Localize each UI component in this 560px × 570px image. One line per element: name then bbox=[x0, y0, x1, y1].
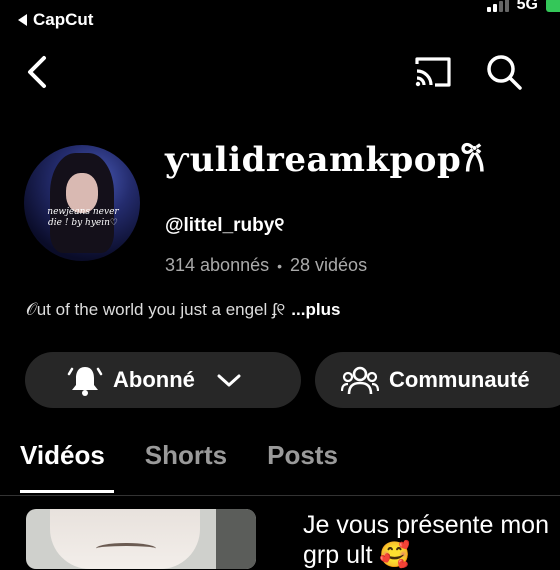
subscribed-label: Abonné bbox=[113, 367, 195, 392]
subscriber-count: 314 abonnés bbox=[165, 255, 270, 275]
network-type: 5G bbox=[516, 0, 538, 13]
video-count: 28 vidéos bbox=[290, 255, 368, 275]
channel-bio[interactable]: 𝒪ut of the world you just a engel ʄ୧ ...p… bbox=[26, 300, 340, 320]
channel-avatar[interactable]: newjeans never die ! by hyein♡ bbox=[24, 145, 140, 261]
community-icon bbox=[341, 366, 379, 395]
chevron-down-icon bbox=[217, 374, 241, 387]
tabs-divider bbox=[0, 495, 560, 496]
channel-handle: @littel_ruby୧ bbox=[165, 215, 285, 236]
back-app-label: CapCut bbox=[33, 10, 94, 29]
bio-more-link[interactable]: ...plus bbox=[291, 300, 340, 319]
video-title[interactable]: Je vous présente mon grp ult 🥰 bbox=[303, 510, 553, 570]
tab-shorts[interactable]: Shorts bbox=[145, 440, 227, 471]
status-indicators: 5G bbox=[486, 0, 560, 14]
bell-icon bbox=[67, 367, 103, 396]
back-triangle-icon bbox=[18, 14, 27, 26]
community-button[interactable]: Communauté bbox=[315, 352, 560, 408]
tab-videos[interactable]: Vidéos bbox=[20, 440, 105, 471]
bio-text: 𝒪ut of the world you just a engel ʄ୧ bbox=[26, 300, 286, 319]
subscribed-button[interactable]: Abonné bbox=[25, 352, 301, 408]
community-label: Communauté bbox=[389, 367, 530, 392]
battery-icon bbox=[546, 0, 560, 12]
cast-icon[interactable] bbox=[413, 54, 453, 90]
search-icon[interactable] bbox=[484, 52, 524, 92]
back-arrow-icon[interactable] bbox=[20, 52, 60, 92]
signal-icon bbox=[486, 0, 509, 12]
active-tab-indicator bbox=[20, 490, 114, 493]
back-to-app-link[interactable]: CapCut bbox=[18, 10, 93, 30]
channel-stats: 314 abonnés • 28 vidéos bbox=[165, 255, 367, 276]
stats-separator: • bbox=[277, 257, 283, 274]
channel-name: ƴulidreamkpop𐙚 bbox=[165, 140, 486, 180]
video-thumbnail[interactable] bbox=[26, 509, 256, 569]
channel-tabs: Vidéos Shorts Posts bbox=[20, 440, 338, 471]
avatar-caption: newjeans never die ! by hyein♡ bbox=[47, 207, 119, 228]
tab-posts[interactable]: Posts bbox=[267, 440, 338, 471]
